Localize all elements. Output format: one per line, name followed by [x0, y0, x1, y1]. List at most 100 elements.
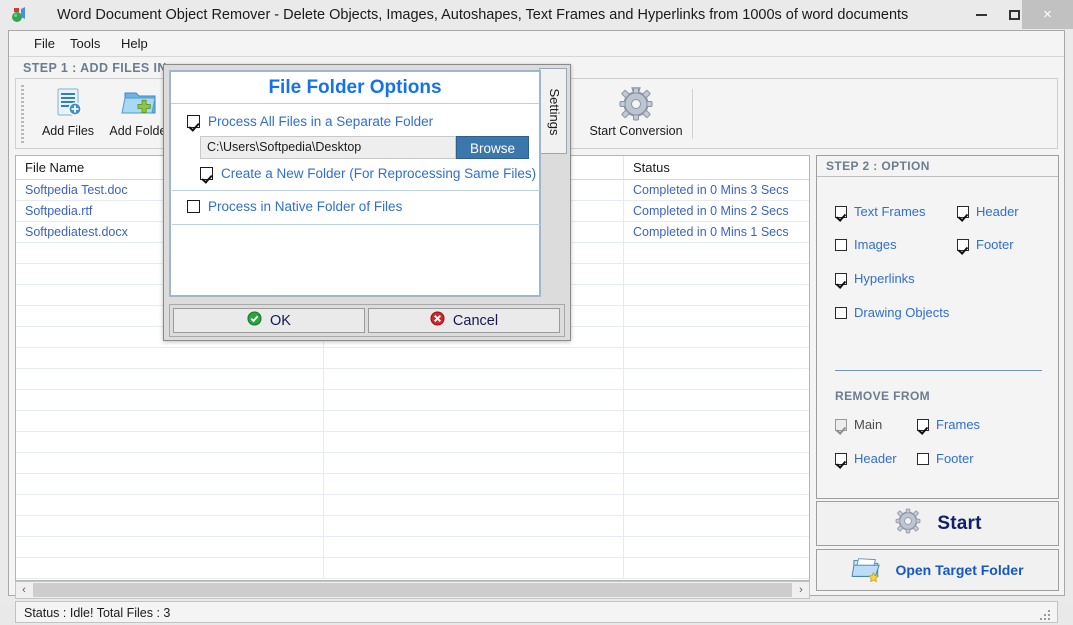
add-files-label: Add Files [41, 124, 95, 138]
table-row[interactable] [16, 495, 809, 516]
table-row[interactable] [16, 411, 809, 432]
dialog-button-bar: OK Cancel [169, 304, 565, 337]
checkbox-icon [835, 273, 847, 285]
table-row[interactable] [16, 474, 809, 495]
table-cell [623, 432, 809, 452]
cancel-button[interactable]: Cancel [368, 308, 560, 333]
file-folder-options-dialog: Settings File Folder Options Process All… [163, 64, 571, 341]
open-target-folder-button[interactable]: Open Target Folder [816, 549, 1059, 591]
option-label: Header [976, 204, 1019, 219]
minimize-icon [975, 13, 987, 16]
start-button[interactable]: Start [816, 501, 1059, 546]
table-cell [16, 453, 323, 473]
table-cell [623, 411, 809, 431]
option-footer[interactable]: Footer [957, 237, 1014, 252]
step2-header-bar: STEP 2 : OPTION [817, 156, 1058, 177]
dialog-title: File Folder Options [171, 72, 539, 104]
checkbox-icon [187, 115, 200, 128]
table-cell [16, 537, 323, 557]
menu-item-file[interactable]: File [25, 31, 64, 57]
table-cell [323, 348, 623, 368]
table-cell [623, 558, 809, 578]
remove-from-frames[interactable]: Frames [917, 417, 980, 432]
step2-header: STEP 2 : OPTION [826, 159, 930, 173]
menu-item-help[interactable]: Help [112, 31, 157, 57]
resize-grip-icon[interactable] [1040, 607, 1052, 620]
application-window: Word Document Object Remover - Delete Ob… [0, 0, 1073, 623]
start-conversion-button[interactable]: Start Conversion [588, 82, 684, 146]
table-cell: Completed in 0 Mins 2 Secs [623, 201, 809, 221]
option-label: Main [854, 417, 883, 432]
option-text-frames[interactable]: Text Frames [835, 204, 926, 219]
browse-button[interactable]: Browse [456, 136, 529, 159]
table-cell [323, 474, 623, 494]
target-path-row: C:\Users\Softpedia\Desktop Browse [200, 136, 529, 159]
table-cell [323, 411, 623, 431]
option-hyperlinks[interactable]: Hyperlinks [835, 271, 915, 286]
table-cell [16, 495, 323, 515]
table-cell [623, 285, 809, 305]
checkbox-icon [835, 206, 847, 218]
scrollbar-thumb[interactable] [33, 583, 792, 597]
checkbox-icon [187, 200, 200, 213]
start-button-label: Start [937, 512, 982, 534]
add-files-icon [32, 84, 104, 124]
settings-tab[interactable]: Settings [539, 68, 567, 154]
toolbar-separator [692, 89, 693, 139]
option-header[interactable]: Header [957, 204, 1019, 219]
table-cell [16, 411, 323, 431]
status-bar: Status : Idle! Total Files : 3 [15, 601, 1058, 623]
column-header-status[interactable]: Status [623, 156, 809, 179]
remove-from-footer[interactable]: Footer [917, 451, 974, 466]
checkbox-native-folder[interactable]: Process in Native Folder of Files [187, 199, 402, 214]
remove-from-header[interactable]: Header [835, 451, 897, 466]
horizontal-scrollbar[interactable]: ‹ › [15, 581, 810, 599]
open-target-folder-label: Open Target Folder [895, 562, 1024, 578]
menu-bar: File Tools Help [9, 31, 1064, 57]
toolbar-grip[interactable] [21, 85, 24, 143]
table-row[interactable] [16, 558, 809, 579]
status-text: Status : Idle! Total Files : 3 [24, 606, 171, 620]
option-drawing-objects[interactable]: Drawing Objects [835, 305, 949, 320]
table-row[interactable] [16, 432, 809, 453]
cancel-x-icon [430, 310, 445, 331]
panel-divider [835, 370, 1042, 371]
dialog-body: File Folder Options Process All Files in… [169, 70, 541, 297]
table-row[interactable] [16, 390, 809, 411]
table-cell [323, 369, 623, 389]
open-folder-icon [851, 554, 883, 587]
table-row[interactable] [16, 348, 809, 369]
table-row[interactable] [16, 537, 809, 558]
table-cell [16, 558, 323, 578]
checkbox-icon [835, 419, 847, 431]
checkbox-label: Create a New Folder (For Reprocessing Sa… [221, 166, 537, 181]
option-label: Hyperlinks [854, 271, 915, 286]
table-row[interactable] [16, 516, 809, 537]
remove-from-main: Main [835, 417, 882, 432]
table-cell [323, 432, 623, 452]
add-files-button[interactable]: Add Files [32, 82, 104, 146]
table-cell [323, 390, 623, 410]
app-icon [10, 5, 30, 25]
minimize-button[interactable] [962, 0, 1000, 29]
close-button[interactable]: × [1022, 0, 1073, 29]
table-cell [623, 327, 809, 347]
checkbox-icon [957, 206, 969, 218]
table-cell [623, 306, 809, 326]
checkbox-icon [957, 239, 969, 251]
table-cell [623, 369, 809, 389]
menu-item-tools[interactable]: Tools [61, 31, 109, 57]
ok-button[interactable]: OK [173, 308, 365, 333]
option-images[interactable]: Images [835, 237, 897, 252]
checkbox-create-new-folder[interactable]: Create a New Folder (For Reprocessing Sa… [200, 166, 536, 181]
table-row[interactable] [16, 453, 809, 474]
checkbox-separate-folder[interactable]: Process All Files in a Separate Folder [187, 114, 433, 129]
scroll-right-arrow-icon[interactable]: › [793, 582, 809, 598]
checkbox-icon [835, 453, 847, 465]
table-row[interactable] [16, 369, 809, 390]
table-cell [16, 432, 323, 452]
cancel-button-label: Cancel [452, 312, 499, 329]
table-cell [323, 495, 623, 515]
scroll-left-arrow-icon[interactable]: ‹ [16, 582, 32, 598]
target-path-input[interactable]: C:\Users\Softpedia\Desktop [200, 136, 456, 159]
